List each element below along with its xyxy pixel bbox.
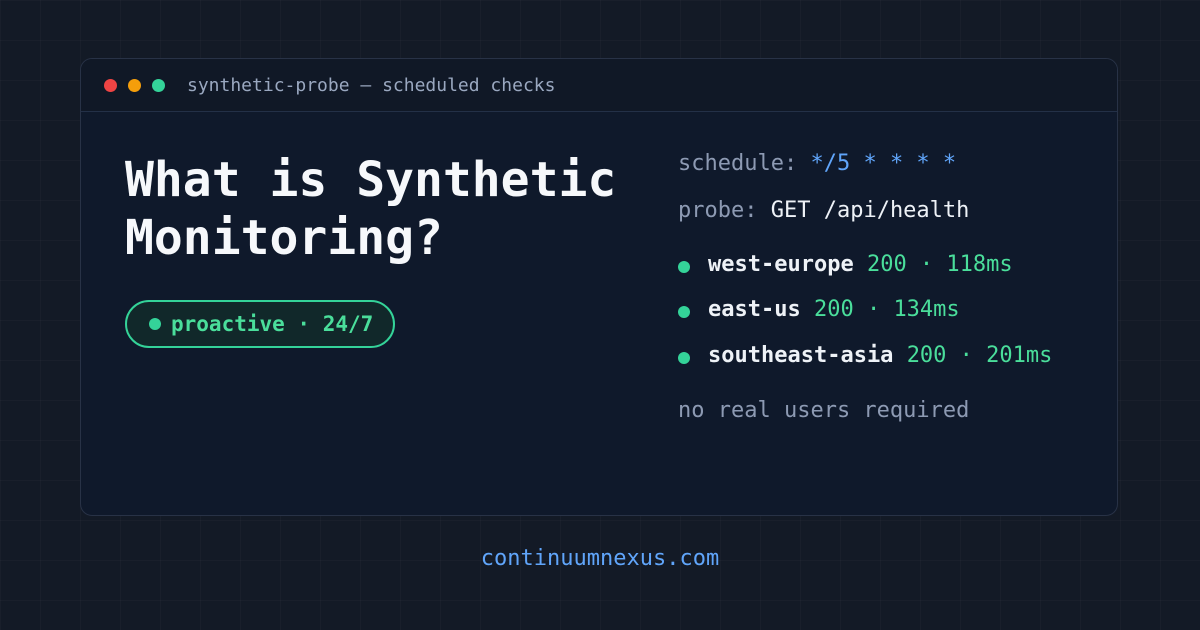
probe-key: probe: [678,198,758,223]
schedule-value: */5 * * * * [810,151,957,176]
probe-line: probe: GET /api/health [678,198,969,223]
probe-value: GET /api/health [770,198,970,223]
schedule-key: schedule: [678,151,798,176]
site-domain-link[interactable]: continuumnexus.com [0,546,1200,571]
region-name: east-us [708,297,801,322]
schedule-line: schedule: */5 * * * * [678,151,956,176]
maximize-window-button[interactable] [152,79,165,92]
region-name: southeast-asia [708,343,894,368]
status-dot-icon [678,352,690,364]
region-name: west-europe [708,252,854,277]
region-status: 200 · 118ms [866,252,1013,277]
region-row: southeast-asia 200 · 201ms [678,343,1052,443]
region-status: 200 · 201ms [906,343,1053,368]
status-badge: proactive · 24/7 [125,300,396,348]
status-badge-label: proactive · 24/7 [171,312,374,336]
close-window-button[interactable] [104,79,117,92]
minimize-window-button[interactable] [128,79,141,92]
window-title: synthetic-probe — scheduled checks [187,75,556,96]
page-title: What is Synthetic Monitoring? [125,152,617,266]
status-dot-icon [678,306,690,318]
note-text: no real users required [678,398,970,423]
status-dot-icon [149,318,161,330]
region-status: 200 · 134ms [813,297,960,322]
status-dot-icon [678,261,690,273]
window-titlebar: synthetic-probe — scheduled checks [81,59,1117,112]
terminal-window: synthetic-probe — scheduled checks What … [80,58,1118,516]
